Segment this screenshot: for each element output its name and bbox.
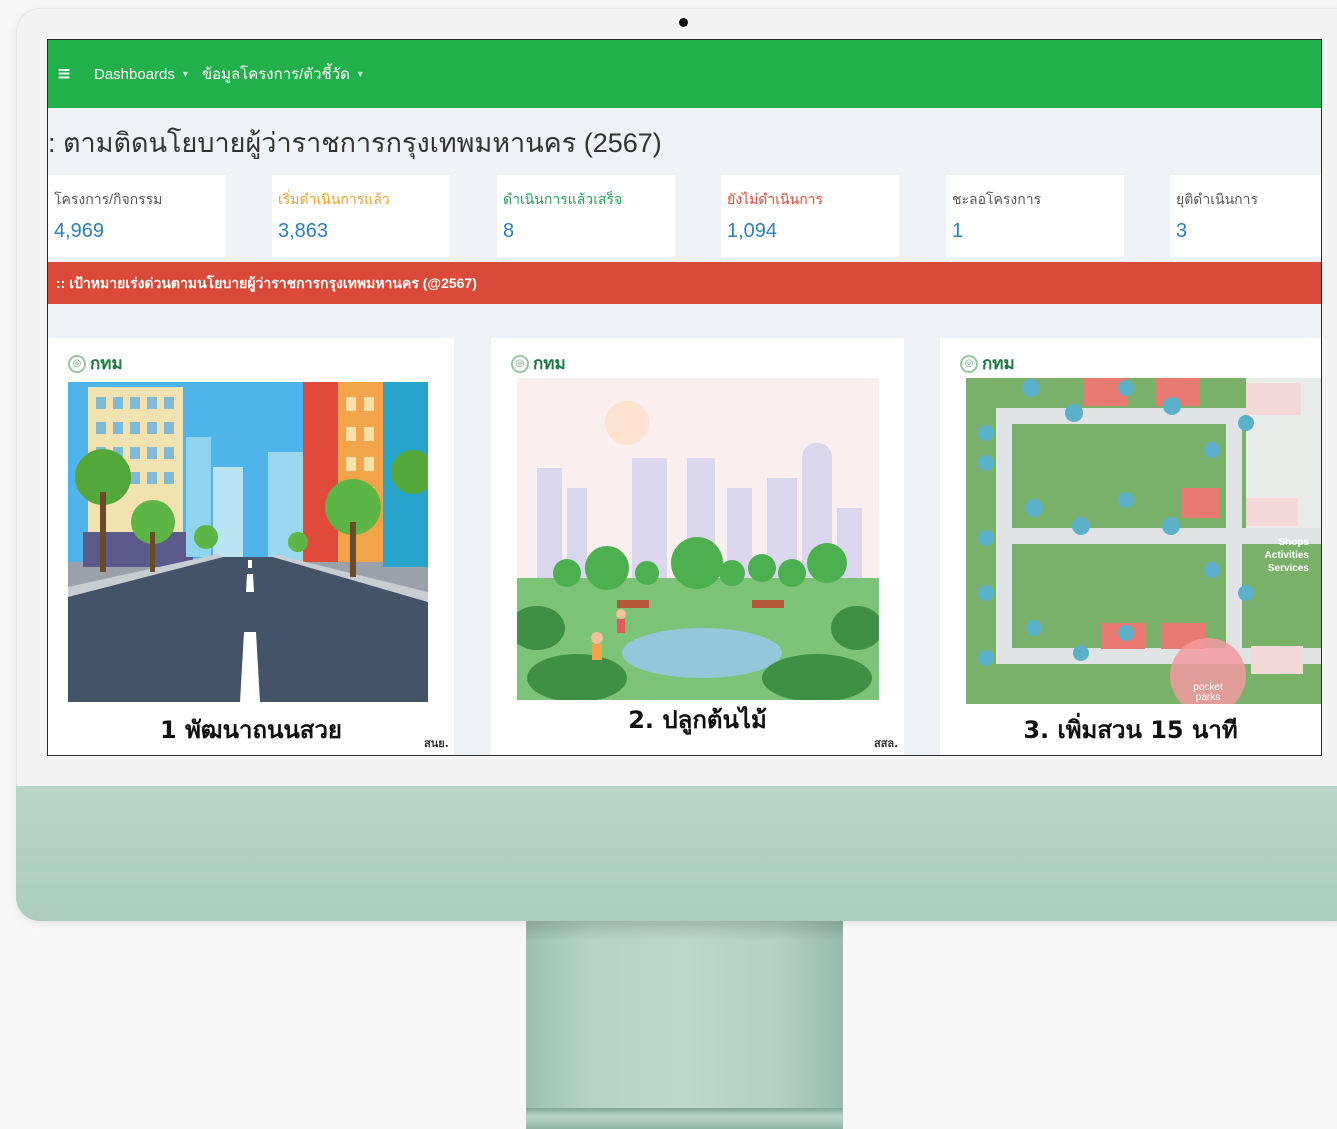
stat-label: ยังไม่ดำเนินการ (727, 191, 824, 207)
stat-card-terminated[interactable]: ยุติดำเนินการ 3 (1170, 175, 1321, 257)
card-credit: สสล. (874, 737, 899, 750)
bma-logo: ◎ กทม (68, 350, 123, 377)
top-navbar: ≡ Dashboards ▼ ข้อมูลโครงการ/ตัวชี้วัด ▼ (48, 40, 1321, 108)
stats-row: โครงการ/กิจกรรม 4,969 เริ่มดำเนินการแล้ว… (48, 175, 1321, 257)
policy-card-trees[interactable]: ◎ กทม 2. ปลูกต้นไม้ สสล. (491, 338, 904, 755)
hamburger-icon[interactable]: ≡ (54, 64, 74, 84)
stat-card-not-started[interactable]: ยังไม่ดำเนินการ 1,094 (721, 175, 899, 257)
bma-logo: ◎ กทม (960, 350, 1015, 377)
stat-label: ดำเนินการแล้วเสร็จ (503, 191, 623, 207)
city-road-illustration (68, 382, 428, 702)
stat-label: ยุติดำเนินการ (1176, 191, 1259, 207)
stat-card-completed[interactable]: ดำเนินการแล้วเสร็จ 8 (497, 175, 675, 257)
camera-dot (679, 18, 688, 27)
map-label-shops: Shops (1278, 537, 1309, 548)
section-banner: :: เป้าหมายเร่งด่วนตามนโยบายผู้ว่าราชการ… (48, 262, 1321, 304)
policy-card-pocket-parks[interactable]: ◎ กทม pocket parks Shops Activities Serv… (940, 338, 1321, 755)
nav-dashboards-label: Dashboards (94, 65, 175, 83)
imac-chin (16, 786, 1337, 921)
bma-logo: ◎ กทม (511, 350, 566, 377)
stat-label: โครงการ/กิจกรรม (54, 191, 163, 207)
policy-card-roads[interactable]: ◎ กทม 1 พัฒนาถนนสวย สนย. (48, 338, 454, 755)
stat-label: ชะลอโครงการ (952, 191, 1042, 207)
park-trees-illustration (517, 378, 879, 700)
bma-seal-icon: ◎ (960, 354, 978, 373)
stat-value: 8 (503, 220, 515, 242)
map-label-activities: Activities (1265, 550, 1310, 561)
card-caption: 1 พัฒนาถนนสวย (160, 716, 342, 744)
stat-value: 3,863 (278, 220, 329, 242)
nav-dashboards[interactable]: Dashboards ▼ (94, 66, 190, 83)
chevron-down-icon: ▼ (355, 69, 365, 79)
nav-project-info[interactable]: ข้อมูลโครงการ/ตัวชี้วัด ▼ (202, 62, 365, 86)
page-title: : ตามติดนโยบายผู้ว่าราชการกรุงเทพมหานคร … (48, 128, 662, 158)
map-label-services: Services (1268, 563, 1310, 574)
chevron-down-icon: ▼ (180, 69, 190, 79)
bma-seal-icon: ◎ (511, 354, 529, 373)
bma-seal-icon: ◎ (68, 354, 86, 373)
stat-value: 1 (952, 220, 964, 242)
imac-stand (526, 921, 843, 1129)
card-caption: 2. ปลูกต้นไม้ (628, 706, 767, 734)
screen: ≡ Dashboards ▼ ข้อมูลโครงการ/ตัวชี้วัด ▼… (47, 39, 1322, 756)
stat-value: 1,094 (727, 220, 778, 242)
nav-project-info-label: ข้อมูลโครงการ/ตัวชี้วัด (201, 66, 350, 83)
stat-value: 3 (1176, 220, 1188, 242)
stat-card-total[interactable]: โครงการ/กิจกรรม 4,969 (48, 175, 226, 257)
stat-label: เริ่มดำเนินการแล้ว (278, 191, 390, 207)
card-caption: 3. เพิ่มสวน 15 นาที (1023, 716, 1238, 744)
stat-value: 4,969 (54, 220, 105, 242)
pocket-park-map-illustration: pocket parks Shops Activities Services (966, 378, 1321, 704)
card-credit: สนย. (424, 737, 449, 750)
stat-card-delayed[interactable]: ชะลอโครงการ 1 (946, 175, 1124, 257)
pocket-parks-badge-line2: parks (1196, 692, 1220, 703)
stat-card-started[interactable]: เริ่มดำเนินการแล้ว 3,863 (272, 175, 450, 257)
